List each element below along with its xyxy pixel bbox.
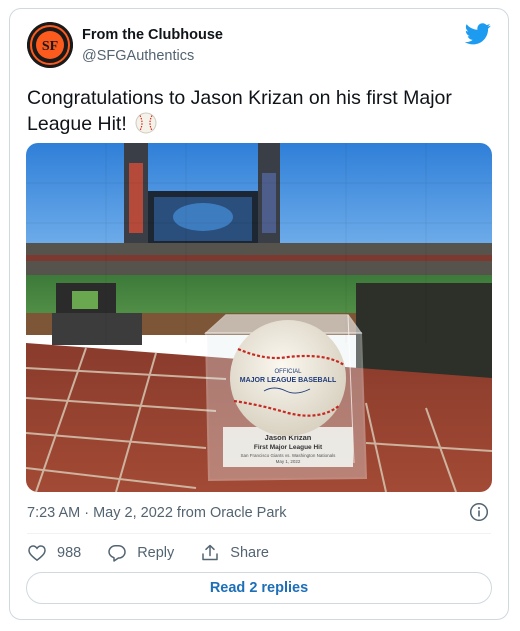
divider bbox=[27, 533, 491, 534]
tweet-actions: 988 Reply Share bbox=[27, 542, 295, 564]
svg-text:SF: SF bbox=[42, 39, 58, 54]
author-name[interactable]: From the Clubhouse bbox=[82, 27, 223, 43]
author-handle[interactable]: @SFGAuthentics bbox=[82, 48, 194, 64]
share-button[interactable]: Share bbox=[200, 543, 269, 563]
info-icon[interactable] bbox=[469, 502, 489, 522]
read-replies-button[interactable]: Read 2 replies bbox=[26, 572, 492, 604]
ball-stamp-line2: MAJOR LEAGUE BASEBALL bbox=[240, 377, 337, 384]
reply-bubble-icon bbox=[108, 545, 126, 562]
plaque-game: San Francisco Giants vs. Washington Nati… bbox=[241, 453, 337, 458]
plaque-event: First Major League Hit bbox=[254, 444, 323, 451]
tweet-text: Congratulations to Jason Krizan on his f… bbox=[27, 85, 487, 137]
share-label: Share bbox=[230, 545, 269, 561]
avatar[interactable]: SF bbox=[27, 22, 73, 68]
like-button[interactable]: 988 bbox=[27, 543, 81, 563]
heart-icon bbox=[28, 545, 46, 562]
tweet-card: SF From the Clubhouse @SFGAuthentics Con… bbox=[9, 8, 509, 620]
baseball-display-photo: Jason Krizan First Major League Hit San … bbox=[26, 143, 492, 492]
twitter-bird-icon[interactable] bbox=[465, 23, 491, 45]
tweet-photo[interactable]: Jason Krizan First Major League Hit San … bbox=[26, 143, 492, 492]
plaque-date: May 1, 2022 bbox=[276, 459, 301, 464]
baseball-emoji-icon bbox=[135, 112, 157, 134]
sf-giants-logo-icon: SF bbox=[27, 22, 73, 68]
share-icon bbox=[202, 544, 219, 561]
reply-label: Reply bbox=[137, 545, 175, 561]
likes-count: 988 bbox=[57, 545, 82, 561]
reply-button[interactable]: Reply bbox=[107, 543, 174, 563]
tweet-timestamp[interactable]: 7:23 AM · May 2, 2022 from Oracle Park bbox=[27, 505, 287, 521]
ball-display-cube: Jason Krizan First Major League Hit San … bbox=[204, 314, 368, 482]
ball-stamp-line1: OFFICIAL bbox=[274, 369, 302, 375]
tweet-text-content: Congratulations to Jason Krizan on his f… bbox=[27, 87, 452, 135]
